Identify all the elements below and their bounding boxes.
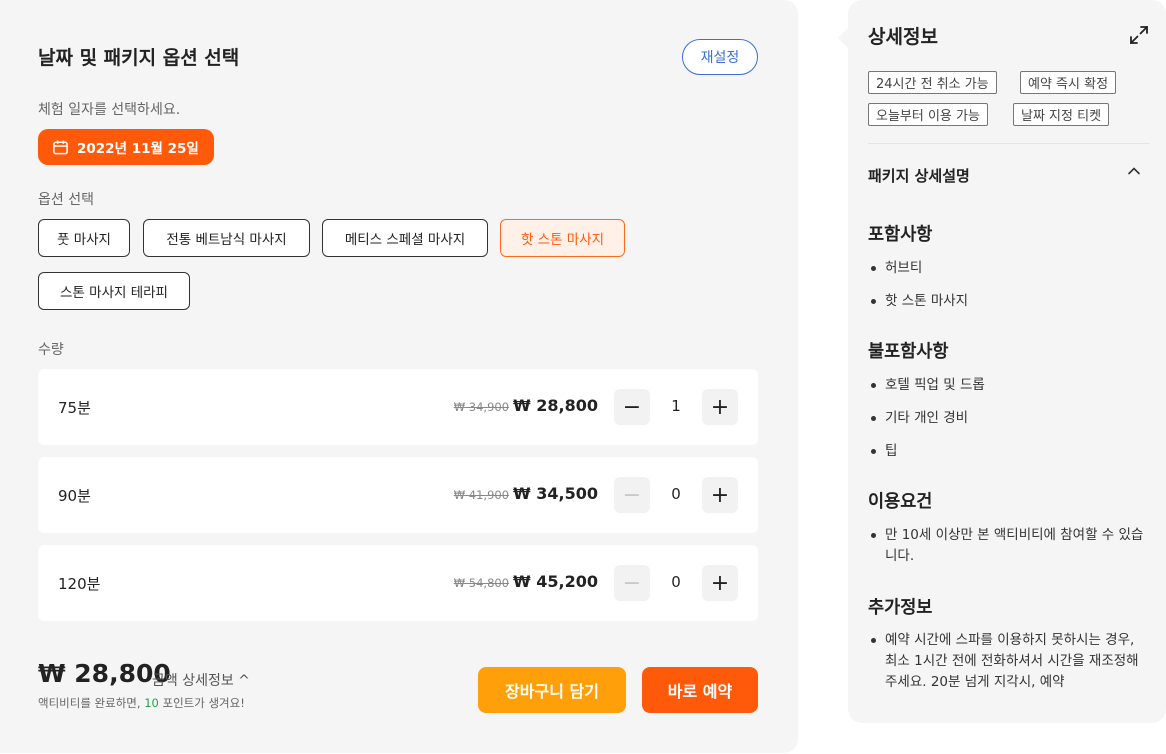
quantity-count: 0	[671, 573, 681, 591]
details-title: 상세정보	[868, 26, 938, 48]
minus-icon[interactable]: −	[614, 389, 650, 425]
plus-icon[interactable]: +	[702, 477, 738, 513]
option-metis-special-massage[interactable]: 메티스 스페셜 마사지	[322, 219, 488, 257]
list-item: 허브티	[868, 258, 1148, 279]
details-panel: 상세정보 24시간 전 취소 가능 예약 즉시 확정 오늘부터 이용 가능 날짜…	[848, 0, 1166, 723]
section-heading: 불포함사항	[868, 342, 949, 362]
tag-available-today: 오늘부터 이용 가능	[868, 103, 988, 126]
quantity-count: 1	[671, 397, 681, 415]
quantity-row-90: 90분 ₩ 41,900 ₩ 34,500 − 0 +	[38, 457, 758, 533]
minus-icon[interactable]: −	[614, 565, 650, 601]
list-item: 만 10세 이상만 본 액티비티에 참여할 수 있습니다.	[868, 525, 1148, 567]
section-heading: 이용요건	[868, 492, 933, 512]
expand-icon[interactable]	[1128, 24, 1150, 46]
booking-title: 날짜 및 패키지 옵션 선택	[38, 47, 240, 69]
quantity-name: 90분	[58, 487, 91, 505]
date-picker-button[interactable]: 2022년 11월 25일	[38, 129, 214, 165]
quantity-price: ₩ 54,800 ₩ 45,200	[454, 572, 598, 591]
quantity-name: 75분	[58, 399, 91, 417]
add-to-cart-button[interactable]: 장바구니 담기	[478, 667, 626, 713]
date-prompt: 체험 일자를 선택하세요.	[38, 102, 181, 118]
list-item: 호텔 픽업 및 드롭	[868, 375, 1148, 396]
points-suffix: 포인트가 생겨요!	[158, 696, 245, 710]
plus-icon[interactable]: +	[702, 389, 738, 425]
points-note: 액티비티를 완료하면, 10 포인트가 생겨요!	[38, 695, 245, 711]
option-stone-massage-therapy[interactable]: 스톤 마사지 테라피	[38, 272, 190, 310]
quantity-label: 수량	[38, 342, 64, 358]
price-detail-toggle[interactable]: 금액 상세정보 ^	[152, 670, 250, 690]
package-description-title[interactable]: 패키지 상세설명	[868, 165, 970, 186]
list-item: 기타 개인 경비	[868, 408, 1148, 429]
option-foot-massage[interactable]: 풋 마사지	[38, 219, 130, 257]
selected-date: 2022년 11월 25일	[77, 141, 199, 157]
quantity-count: 0	[671, 485, 681, 503]
original-price: ₩ 54,800	[453, 576, 510, 590]
tag-free-cancel: 24시간 전 취소 가능	[868, 71, 997, 94]
tag-instant-confirm: 예약 즉시 확정	[1020, 71, 1117, 94]
list-item: 예약 시간에 스파를 이용하지 못하시는 경우, 최소 1시간 전에 전화하셔서…	[868, 630, 1148, 693]
option-traditional-vietnamese-massage[interactable]: 전통 베트남식 마사지	[143, 219, 310, 257]
list-item: 핫 스톤 마사지	[868, 291, 1148, 312]
quantity-name: 120분	[58, 575, 101, 593]
quantity-price: ₩ 41,900 ₩ 34,500	[454, 484, 598, 503]
chevron-up-icon[interactable]	[1126, 163, 1142, 179]
section-heading: 추가정보	[868, 598, 933, 618]
quantity-row-120: 120분 ₩ 54,800 ₩ 45,200 − 0 +	[38, 545, 758, 621]
quantity-row-75: 75분 ₩ 34,900 ₩ 28,800 − 1 +	[38, 369, 758, 445]
booking-panel: 날짜 및 패키지 옵션 선택 재설정 체험 일자를 선택하세요. 2022년 1…	[0, 0, 798, 753]
option-label: 옵션 선택	[38, 192, 94, 208]
list-item: 팁	[868, 441, 1148, 462]
points-value: 10	[144, 696, 159, 710]
section-heading: 포함사항	[868, 225, 933, 245]
tag-dated-ticket: 날짜 지정 티켓	[1013, 103, 1110, 126]
sale-price: ₩ 34,500	[513, 484, 598, 503]
book-now-button[interactable]: 바로 예약	[642, 667, 758, 713]
minus-icon[interactable]: −	[614, 477, 650, 513]
original-price: ₩ 41,900	[453, 488, 510, 502]
total-price: ₩ 28,800	[38, 659, 171, 688]
reset-button[interactable]: 재설정	[682, 39, 758, 75]
sale-price: ₩ 28,800	[513, 396, 598, 415]
points-prefix: 액티비티를 완료하면,	[38, 696, 145, 710]
plus-icon[interactable]: +	[702, 565, 738, 601]
quantity-price: ₩ 34,900 ₩ 28,800	[454, 396, 598, 415]
divider	[868, 143, 1150, 144]
sale-price: ₩ 45,200	[513, 572, 598, 591]
original-price: ₩ 34,900	[453, 400, 510, 414]
option-hot-stone-massage[interactable]: 핫 스톤 마사지	[500, 219, 625, 257]
calendar-icon	[53, 139, 68, 154]
